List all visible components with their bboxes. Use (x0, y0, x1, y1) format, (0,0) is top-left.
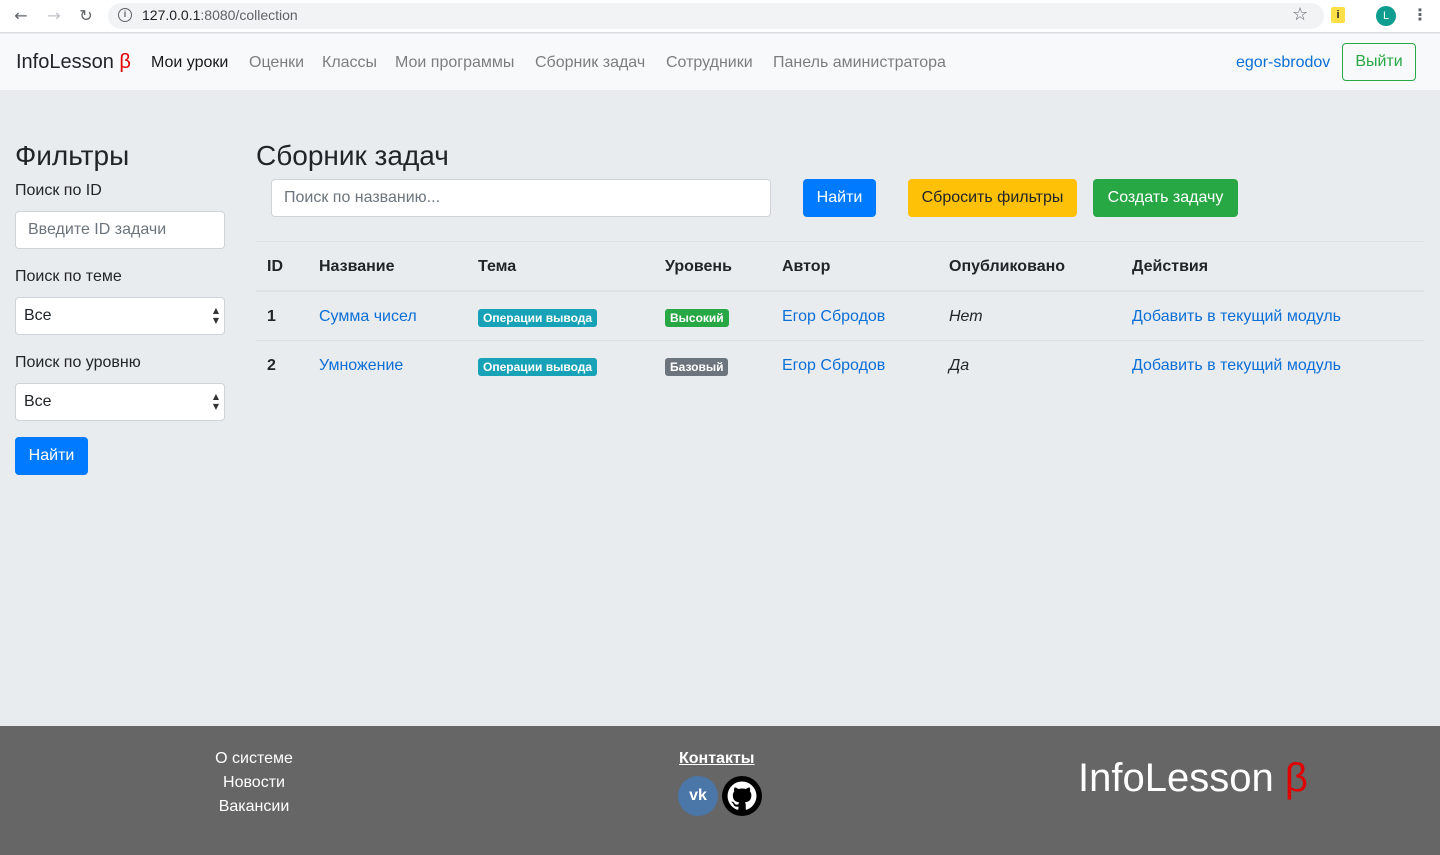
reset-filters-button[interactable]: Сбросить фильтры (908, 179, 1077, 217)
author-link[interactable]: Егор Сбродов (782, 357, 885, 375)
published-status: Да (949, 357, 970, 374)
filters-title: Фильтры (15, 140, 130, 171)
task-name-link[interactable]: Умножение (319, 357, 403, 375)
header-author: Автор (782, 258, 831, 275)
select-arrows-icon: ▲ ▼ (212, 306, 219, 325)
profile-avatar[interactable]: L (1376, 6, 1396, 26)
footer-vacancies-link[interactable]: Вакансии (154, 798, 354, 816)
footer: О системе Новости Вакансии Контакты vk I… (0, 726, 1440, 855)
header-theme: Тема (478, 258, 517, 275)
theme-badge: Операции вывода (478, 309, 598, 327)
nav-staff[interactable]: Сотрудники (666, 54, 753, 72)
create-task-button[interactable]: Создать задачу (1093, 179, 1238, 217)
theme-select[interactable]: Все ▲ ▼ (15, 297, 225, 335)
url-text[interactable]: 127.0.0.1:8080/collection (142, 7, 298, 23)
theme-select-value: Все (24, 307, 52, 324)
nav-grades[interactable]: Оценки (249, 54, 304, 72)
site-info-icon[interactable]: i (118, 8, 132, 22)
logout-button[interactable]: Выйти (1342, 43, 1416, 81)
table-row-divider (256, 340, 1424, 341)
navbar: InfoLesson β Мои уроки Оценки Классы Мои… (0, 34, 1440, 90)
add-to-module-link[interactable]: Добавить в текущий модуль (1132, 308, 1341, 326)
back-arrow-icon[interactable]: ← (11, 6, 31, 26)
author-link[interactable]: Егор Сбродов (782, 308, 885, 326)
search-find-button[interactable]: Найти (803, 179, 876, 217)
theme-search-label: Поиск по теме (15, 268, 122, 285)
footer-brand-name: InfoLesson (1078, 756, 1274, 800)
github-icon[interactable] (722, 776, 762, 816)
extension-icon[interactable]: i (1331, 7, 1345, 23)
footer-news-link[interactable]: Новости (154, 774, 354, 792)
title-search-input[interactable] (271, 179, 771, 217)
brand-name: InfoLesson (16, 51, 114, 73)
id-search-label: Поиск по ID (15, 182, 102, 199)
header-name: Название (319, 258, 395, 275)
table-divider (256, 241, 1424, 242)
filters-find-button[interactable]: Найти (15, 437, 88, 475)
url-path: :8080/collection (200, 7, 298, 23)
theme-badge: Операции вывода (478, 358, 598, 376)
level-select[interactable]: Все ▲ ▼ (15, 383, 225, 421)
vk-icon[interactable]: vk (678, 776, 718, 816)
reload-icon[interactable]: ↻ (76, 6, 96, 26)
level-badge: Высокий (665, 309, 729, 327)
nav-classes[interactable]: Классы (322, 54, 377, 72)
footer-brand-beta: β (1284, 756, 1308, 800)
user-profile-link[interactable]: egor-sbrodov (1236, 54, 1330, 72)
nav-my-lessons[interactable]: Мои уроки (151, 54, 228, 72)
level-badge: Базовый (665, 358, 729, 376)
nav-admin-panel[interactable]: Панель аминистратора (773, 54, 946, 72)
nav-my-programs[interactable]: Мои программы (395, 54, 514, 72)
table-header-divider (256, 290, 1424, 292)
select-arrows-icon: ▲ ▼ (212, 392, 219, 411)
header-actions: Действия (1132, 258, 1209, 275)
url-host: 127.0.0.1 (142, 7, 201, 23)
level-select-value: Все (24, 393, 52, 410)
id-search-input[interactable] (15, 211, 225, 249)
row-id: 1 (267, 308, 276, 325)
add-to-module-link[interactable]: Добавить в текущий модуль (1132, 357, 1341, 375)
forward-arrow-icon[interactable]: → (44, 6, 64, 26)
header-published: Опубликовано (949, 258, 1066, 275)
bookmark-star-icon[interactable]: ☆ (1292, 4, 1308, 25)
header-level: Уровень (665, 258, 732, 275)
level-search-label: Поиск по уровню (15, 354, 141, 371)
header-id: ID (267, 258, 283, 275)
task-name-link[interactable]: Сумма чисел (319, 308, 417, 326)
browser-toolbar: ← → ↻ i 127.0.0.1:8080/collection ☆ i L … (0, 0, 1440, 33)
brand-beta: β (119, 51, 131, 73)
page-title: Сборник задач (256, 140, 449, 171)
published-status: Нет (949, 308, 983, 325)
footer-brand-logo: InfoLesson β (1078, 756, 1308, 801)
brand-logo[interactable]: InfoLesson β (16, 51, 131, 74)
nav-task-collection[interactable]: Сборник задач (535, 54, 645, 72)
browser-menu-icon[interactable]: ⋮ (1412, 5, 1428, 24)
row-id: 2 (267, 357, 276, 374)
footer-about-link[interactable]: О системе (154, 750, 354, 768)
footer-contacts-heading: Контакты (679, 750, 755, 767)
